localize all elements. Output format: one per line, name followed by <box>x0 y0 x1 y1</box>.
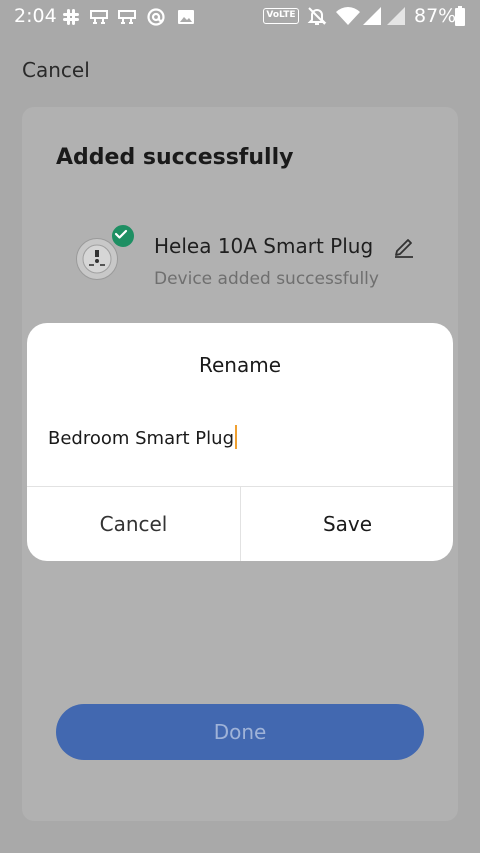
volte-badge: VoLTE <box>263 8 299 24</box>
status-bar: 2:04 VoLTE 87% <box>0 0 480 34</box>
done-button[interactable]: Done <box>56 704 424 760</box>
slack-icon <box>63 9 79 25</box>
text-caret <box>235 425 237 449</box>
status-time: 2:04 <box>14 5 57 27</box>
edit-icon[interactable] <box>392 235 416 259</box>
rename-input-value: Bedroom Smart Plug <box>48 428 234 449</box>
signal-icon <box>363 7 381 25</box>
dialog-save-button[interactable]: Save <box>241 487 453 561</box>
check-icon <box>110 223 136 249</box>
image-icon <box>178 10 194 24</box>
dialog-cancel-button[interactable]: Cancel <box>27 487 240 561</box>
card-title: Added successfully <box>56 145 294 170</box>
at-icon <box>147 8 165 26</box>
cancel-link[interactable]: Cancel <box>22 58 90 82</box>
rename-dialog: Rename Bedroom Smart Plug Cancel Save <box>27 323 453 561</box>
dialog-title: Rename <box>198 353 282 377</box>
rename-input[interactable]: Bedroom Smart Plug <box>48 425 237 449</box>
mute-icon <box>307 7 327 25</box>
network-icon <box>90 10 108 24</box>
device-name: Helea 10A Smart Plug <box>154 234 374 258</box>
device-status: Device added successfully <box>154 269 379 289</box>
battery-icon <box>455 6 465 26</box>
signal-icon-2 <box>387 7 405 25</box>
wifi-icon <box>336 7 360 25</box>
network-icon-2 <box>118 10 136 24</box>
battery-percent: 87% <box>414 5 457 27</box>
